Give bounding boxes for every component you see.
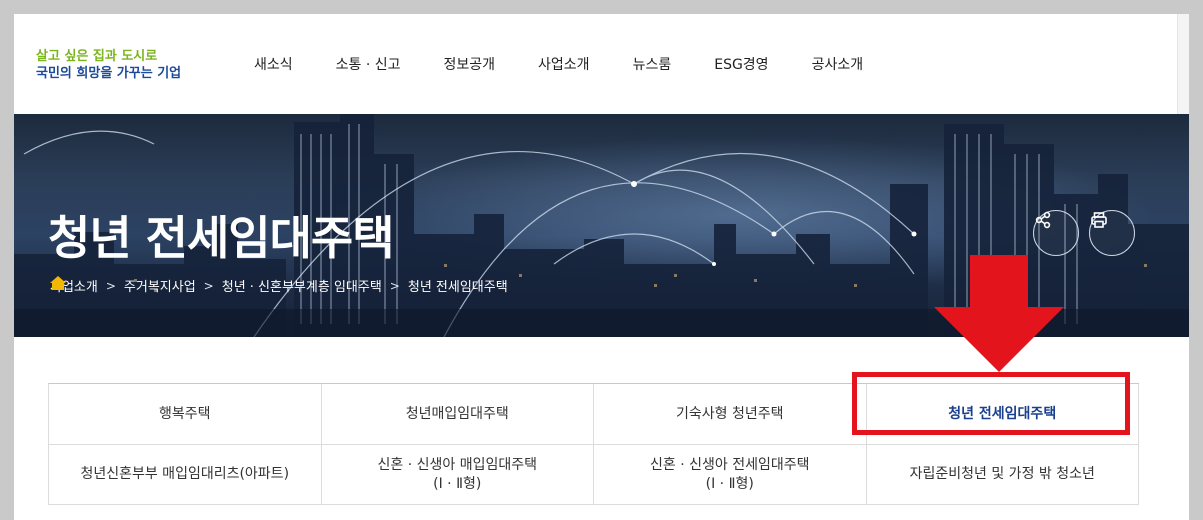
print-icon bbox=[1091, 212, 1107, 228]
chevron-right-icon: > bbox=[105, 278, 116, 293]
tab-youth-newlywed-reits[interactable]: 청년신혼부부 매입임대리츠(아파트) bbox=[49, 445, 322, 505]
nav-item-about[interactable]: 공사소개 bbox=[812, 54, 864, 74]
breadcrumb-item-current[interactable]: 청년 전세임대주택 bbox=[408, 276, 508, 295]
nav-item-communication[interactable]: 소통 · 신고 bbox=[336, 54, 401, 74]
tab-row: 청년신혼부부 매입임대리츠(아파트) 신혼 · 신생아 매입임대주택 (Ⅰ · … bbox=[49, 445, 1139, 505]
scrollbar[interactable] bbox=[1177, 14, 1189, 114]
tab-youth-jeonse-rental[interactable]: 청년 전세임대주택 bbox=[866, 384, 1139, 445]
print-button[interactable] bbox=[1089, 210, 1135, 256]
page-banner: 청년 전세임대주택 사업소개 > 주거복지사업 > 청년 · 신혼부부계층 임대… bbox=[14, 114, 1189, 337]
tab-youth-purchase-rental[interactable]: 청년매입임대주택 bbox=[321, 384, 594, 445]
share-icon bbox=[1035, 211, 1051, 229]
nav-item-disclosure[interactable]: 정보공개 bbox=[444, 54, 496, 74]
home-icon[interactable] bbox=[50, 276, 66, 290]
logo-slogan-line1: 살고 싶은 집과 도시로 bbox=[36, 49, 158, 64]
tab-happy-housing[interactable]: 행복주택 bbox=[49, 384, 322, 445]
chevron-right-icon: > bbox=[389, 278, 400, 293]
tab-label: 신혼 · 신생아 매입임대주택 bbox=[377, 456, 537, 473]
share-button[interactable] bbox=[1033, 210, 1079, 256]
page-title: 청년 전세임대주택 bbox=[48, 211, 395, 265]
tab-label: 신혼 · 신생아 전세임대주택 bbox=[650, 456, 810, 473]
tab-label-sub: (Ⅰ · Ⅱ형) bbox=[705, 475, 754, 492]
nav-item-esg[interactable]: ESG경영 bbox=[714, 54, 768, 74]
tab-dormitory-youth-housing[interactable]: 기숙사형 청년주택 bbox=[594, 384, 867, 445]
breadcrumb-item-youth-newlywed[interactable]: 청년 · 신혼부부계층 임대주택 bbox=[222, 276, 382, 295]
page-frame: 살고 싶은 집과 도시로 국민의 희망을 가꾸는 기업 새소식 소통 · 신고 … bbox=[14, 14, 1189, 520]
main-navigation: 새소식 소통 · 신고 정보공개 사업소개 뉴스룸 ESG경영 공사소개 bbox=[254, 54, 906, 74]
site-logo[interactable]: 살고 싶은 집과 도시로 국민의 희망을 가꾸는 기업 bbox=[36, 48, 181, 82]
breadcrumb: 사업소개 > 주거복지사업 > 청년 · 신혼부부계층 임대주택 > 청년 전세… bbox=[50, 276, 508, 295]
tab-label-sub: (Ⅰ · Ⅱ형) bbox=[433, 475, 482, 492]
tab-label: 자립준비청년 및 가정 밖 청소년 bbox=[909, 466, 1095, 482]
tab-label: 청년신혼부부 매입임대리츠(아파트) bbox=[80, 466, 290, 482]
tab-newlywed-jeonse-rental[interactable]: 신혼 · 신생아 전세임대주택 (Ⅰ · Ⅱ형) bbox=[594, 445, 867, 505]
nav-item-newsroom[interactable]: 뉴스룸 bbox=[633, 54, 672, 74]
breadcrumb-item-housing-welfare[interactable]: 주거복지사업 bbox=[124, 276, 196, 295]
nav-item-news[interactable]: 새소식 bbox=[254, 54, 293, 74]
tab-newlywed-purchase-rental[interactable]: 신혼 · 신생아 매입임대주택 (Ⅰ · Ⅱ형) bbox=[321, 445, 594, 505]
logo-slogan-line2: 국민의 희망을 가꾸는 기업 bbox=[36, 66, 182, 81]
tab-independence-youth[interactable]: 자립준비청년 및 가정 밖 청소년 bbox=[866, 445, 1139, 505]
tab-row: 행복주택 청년매입임대주택 기숙사형 청년주택 청년 전세임대주택 bbox=[49, 384, 1139, 445]
sub-navigation-tabs: 행복주택 청년매입임대주택 기숙사형 청년주택 청년 전세임대주택 청년신혼부부… bbox=[48, 383, 1139, 505]
site-header: 살고 싶은 집과 도시로 국민의 희망을 가꾸는 기업 새소식 소통 · 신고 … bbox=[14, 14, 1189, 114]
chevron-right-icon: > bbox=[203, 278, 214, 293]
nav-item-business[interactable]: 사업소개 bbox=[538, 54, 590, 74]
